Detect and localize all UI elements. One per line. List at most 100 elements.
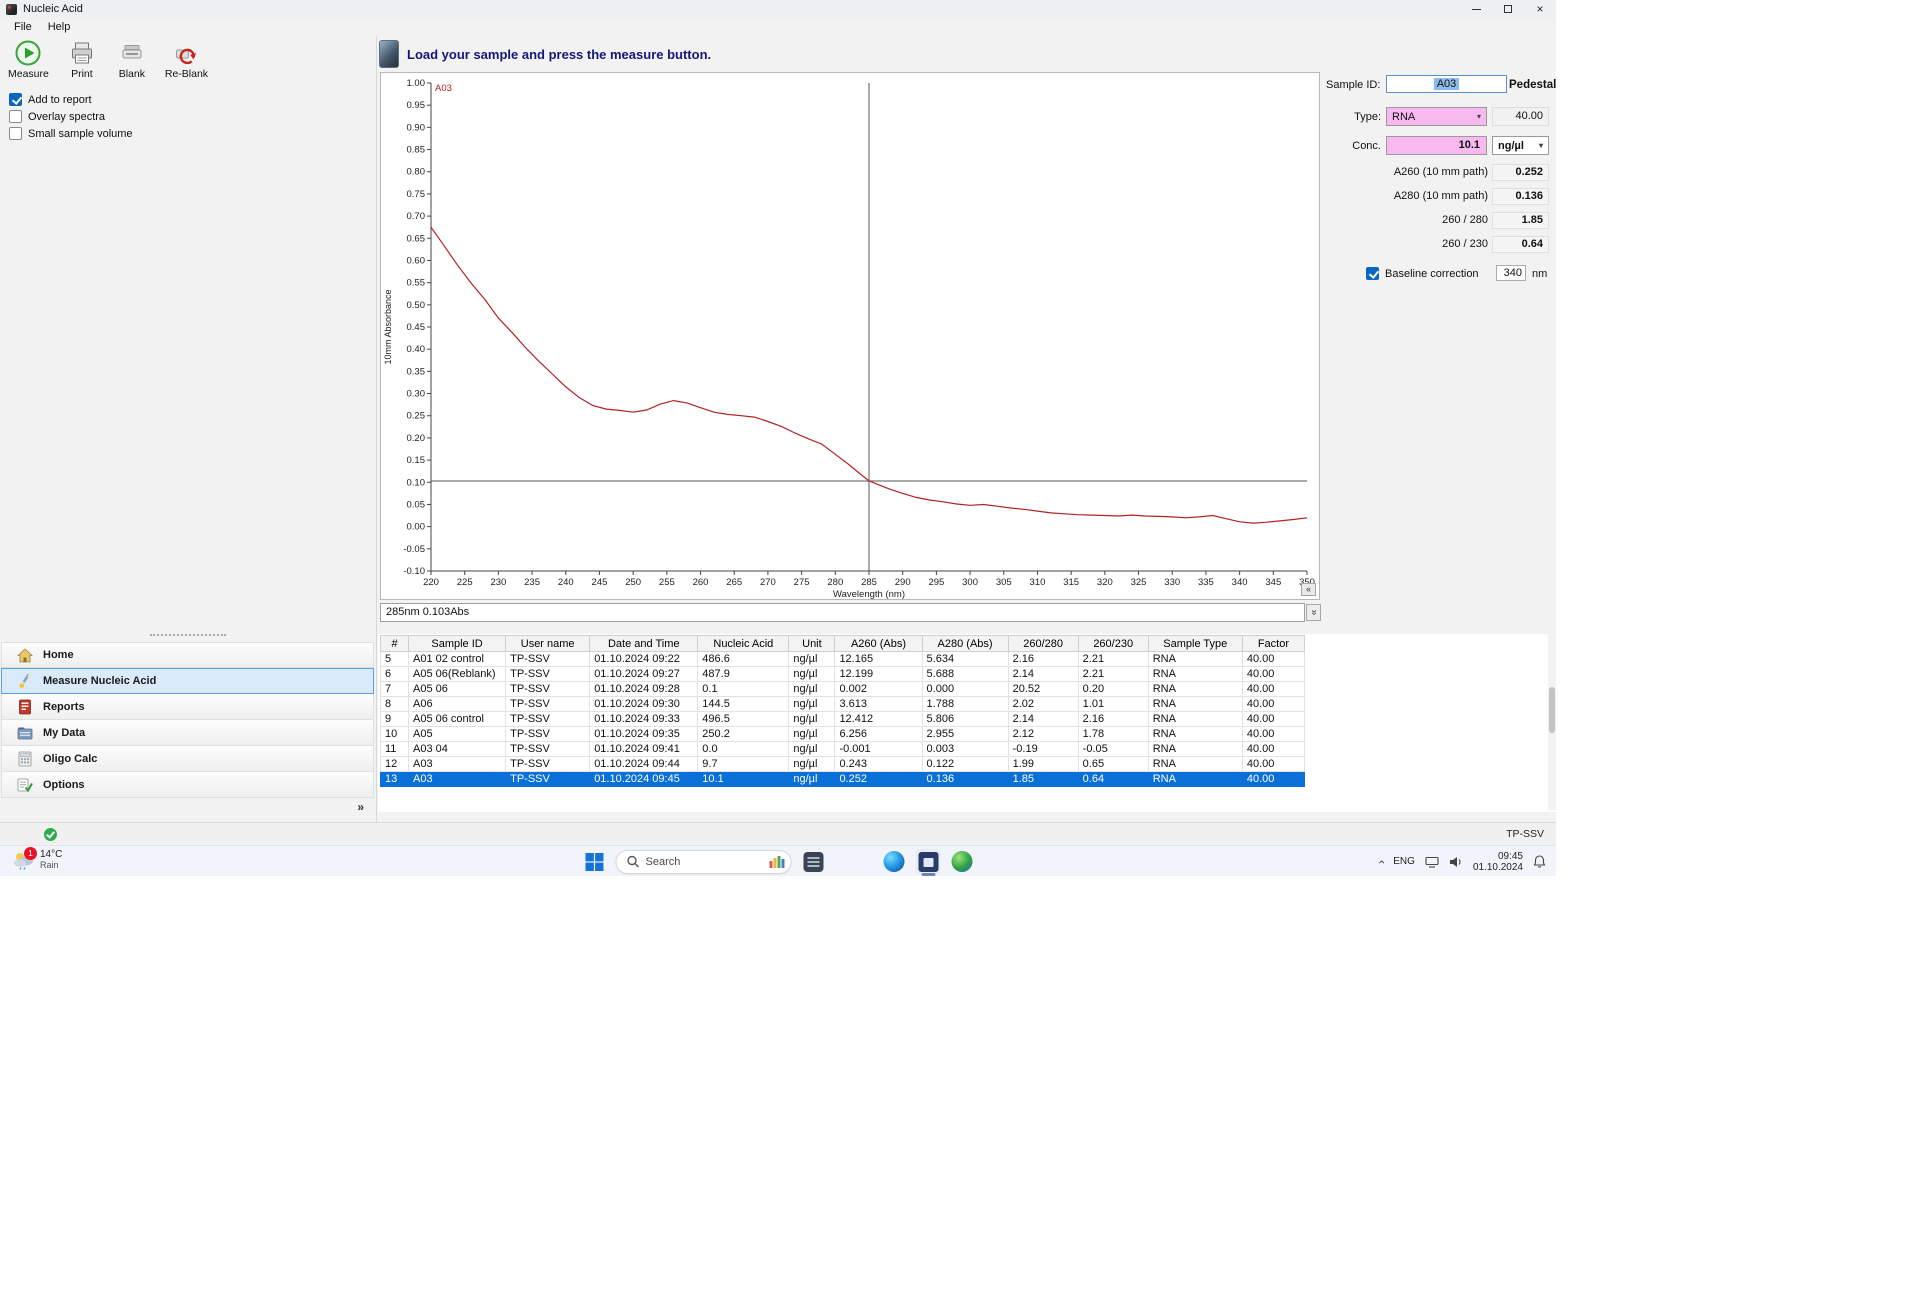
table-row[interactable]: 6A05 06(Reblank)TP-SSV01.10.2024 09:2748… [381, 667, 1305, 682]
weather-widget[interactable]: 1 14°C Rain [12, 850, 62, 870]
nucleic-acid-app-icon [918, 852, 938, 872]
sample-id-input[interactable]: A03 [1386, 75, 1507, 93]
table-row[interactable]: 13A03TP-SSV01.10.2024 09:4510.1ng/µl0.25… [381, 772, 1305, 787]
table-row[interactable]: 8A06TP-SSV01.10.2024 09:30144.5ng/µl3.61… [381, 697, 1305, 712]
home-icon [16, 648, 34, 663]
taskbar-app-globe[interactable] [950, 849, 975, 874]
notification-bell-icon[interactable] [1533, 855, 1546, 868]
small-sample-volume-checkbox[interactable]: Small sample volume [9, 127, 133, 140]
sidebar-item-options[interactable]: Options [1, 772, 374, 798]
svg-text:280: 280 [827, 577, 843, 588]
table-cell: RNA [1148, 697, 1242, 712]
notification-badge: 1 [24, 847, 37, 860]
tray-overflow-chevron[interactable]: › [1374, 860, 1388, 864]
sidebar-item-home[interactable]: Home [1, 642, 374, 668]
type-dropdown[interactable]: RNA ▾ [1386, 107, 1487, 126]
checkbox-label: Overlay spectra [28, 111, 105, 123]
taskbar-app-edge[interactable] [882, 849, 907, 874]
titlebar: Nucleic Acid × [0, 0, 1556, 18]
chart-collapse-button[interactable]: « [1301, 583, 1316, 596]
column-header[interactable]: Factor [1242, 636, 1304, 652]
column-header[interactable]: A260 (Abs) [835, 636, 922, 652]
measure-button[interactable]: Measure [8, 40, 49, 80]
sidebar-item-oligo-calc[interactable]: Oligo Calc [1, 746, 374, 772]
add-to-report-checkbox[interactable]: Add to report [9, 93, 133, 106]
measurement-panel: Sample ID: A03 Pedestal Type: RNA ▾ 40.0… [1322, 72, 1556, 302]
overlay-spectra-checkbox[interactable]: Overlay spectra [9, 110, 133, 123]
maximize-button[interactable] [1492, 0, 1524, 18]
table-cell: 487.9 [698, 667, 789, 682]
minimize-button[interactable] [1460, 0, 1492, 18]
cast-display-icon[interactable] [1425, 856, 1439, 868]
window-title: Nucleic Acid [23, 3, 83, 15]
table-cell: A03 04 [409, 742, 506, 757]
table-row[interactable]: 12A03TP-SSV01.10.2024 09:449.7ng/µl0.243… [381, 757, 1305, 772]
nav-overflow-chevron[interactable]: » [357, 800, 364, 814]
column-header[interactable]: Sample ID [409, 636, 506, 652]
sidebar-item-reports[interactable]: Reports [1, 694, 374, 720]
baseline-correction-checkbox[interactable] [1366, 267, 1379, 280]
panel-splitter[interactable] [0, 632, 376, 638]
chart-expand-button[interactable]: » [1306, 604, 1321, 621]
column-header[interactable]: A280 (Abs) [922, 636, 1008, 652]
input-language-indicator[interactable]: ENG [1393, 856, 1415, 867]
table-cell: 6.256 [835, 727, 922, 742]
baseline-wavelength-input[interactable]: 340 [1496, 265, 1526, 281]
results-table: #Sample IDUser nameDate and TimeNucleic … [380, 635, 1305, 787]
taskbar-app-files[interactable] [801, 849, 826, 874]
table-row[interactable]: 11A03 04TP-SSV01.10.2024 09:410.0ng/µl-0… [381, 742, 1305, 757]
taskbar-app-nucleic-acid[interactable] [916, 849, 941, 874]
table-cell: RNA [1148, 652, 1242, 667]
left-panel: Measure Print Blank [0, 36, 377, 822]
checkbox-icon [9, 110, 22, 123]
factor-value-box: 40.00 [1492, 107, 1549, 126]
unit-dropdown[interactable]: ng/µl ▾ [1492, 136, 1549, 155]
table-cell: ng/µl [789, 682, 835, 697]
start-button[interactable] [582, 849, 607, 874]
sidebar-item-my-data[interactable]: My Data [1, 720, 374, 746]
column-header[interactable]: Sample Type [1148, 636, 1242, 652]
volume-icon[interactable] [1449, 856, 1463, 868]
column-header[interactable]: # [381, 636, 409, 652]
table-cell: A03 [409, 772, 506, 787]
svg-text:-0.10: -0.10 [403, 566, 425, 577]
spectrum-chart[interactable]: 1.000.950.900.850.800.750.700.650.600.55… [381, 73, 1319, 599]
checkbox-icon [9, 93, 22, 106]
reblank-button[interactable]: Re-Blank [165, 40, 208, 80]
column-header[interactable]: 260/230 [1078, 636, 1148, 652]
ratio-260-280-value: 1.85 [1492, 212, 1549, 229]
type-label: Type: [1322, 111, 1381, 123]
print-button[interactable]: Print [65, 40, 99, 80]
table-row[interactable]: 10A05TP-SSV01.10.2024 09:35250.2ng/µl6.2… [381, 727, 1305, 742]
table-cell: 40.00 [1242, 652, 1304, 667]
conc-label: Conc. [1322, 140, 1381, 152]
table-row[interactable]: 7A05 06TP-SSV01.10.2024 09:280.1ng/µl0.0… [381, 682, 1305, 697]
clock-widget[interactable]: 09:45 01.10.2024 [1473, 851, 1523, 873]
screen: Nucleic Acid × File Help Measure [0, 0, 1556, 876]
scrollbar-thumb[interactable] [1549, 687, 1555, 733]
column-header[interactable]: User name [506, 636, 590, 652]
table-cell: ng/µl [789, 772, 835, 787]
svg-text:0.80: 0.80 [407, 167, 426, 178]
sidebar-item-measure-nucleic-acid[interactable]: Measure Nucleic Acid [1, 668, 374, 694]
svg-text:0.15: 0.15 [407, 455, 426, 466]
table-cell: 0.65 [1078, 757, 1148, 772]
menu-file[interactable]: File [6, 20, 40, 34]
table-cell: 01.10.2024 09:30 [590, 697, 698, 712]
table-cell: 5.806 [922, 712, 1008, 727]
table-scrollbar[interactable] [1548, 634, 1556, 810]
column-header[interactable]: Date and Time [590, 636, 698, 652]
column-header[interactable]: Nucleic Acid [698, 636, 789, 652]
blank-button[interactable]: Blank [115, 40, 149, 80]
taskbar: 1 14°C Rain Search [0, 845, 1556, 876]
close-button[interactable]: × [1524, 0, 1556, 18]
table-cell: RNA [1148, 667, 1242, 682]
column-header[interactable]: Unit [789, 636, 835, 652]
sidebar-item-label: Oligo Calc [43, 753, 97, 765]
table-row[interactable]: 5A01 02 controlTP-SSV01.10.2024 09:22486… [381, 652, 1305, 667]
taskbar-search[interactable]: Search [616, 850, 792, 874]
table-cell: 9.7 [698, 757, 789, 772]
table-row[interactable]: 9A05 06 controlTP-SSV01.10.2024 09:33496… [381, 712, 1305, 727]
menu-help[interactable]: Help [40, 20, 79, 34]
column-header[interactable]: 260/280 [1008, 636, 1078, 652]
